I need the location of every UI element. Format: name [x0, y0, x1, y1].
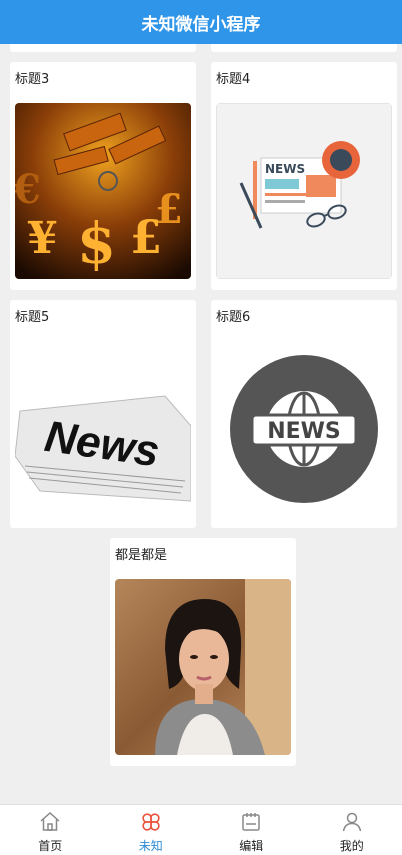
user-icon [340, 810, 364, 834]
card-title: 都是都是 [115, 548, 291, 564]
gold-currency-image: ¥ $ £ £ € [15, 103, 191, 279]
svg-text:NEWS: NEWS [267, 419, 341, 444]
card-title: 标题4 [216, 72, 392, 88]
card-title: 标题5 [15, 310, 191, 326]
news-globe-image: NEWS [216, 341, 392, 517]
tab-profile[interactable]: 我的 [302, 805, 402, 855]
svg-text:$: $ [77, 211, 116, 277]
portrait-image [115, 579, 291, 755]
tab-label: 首页 [38, 837, 62, 854]
card-item[interactable]: 标题5 News [10, 300, 196, 528]
newspaper-image: News [15, 341, 191, 517]
svg-text:€: € [15, 166, 41, 213]
svg-text:NEWS: NEWS [265, 162, 305, 176]
card-item[interactable]: 标题3 ¥ $ £ £ € [10, 62, 196, 290]
card-item[interactable]: 都是都是 [110, 538, 296, 766]
tab-edit[interactable]: 编辑 [201, 805, 302, 855]
card-title: 标题3 [15, 72, 191, 88]
page-title: 未知微信小程序 [142, 10, 261, 35]
card-item[interactable]: 标题6 NEWS [211, 300, 397, 528]
home-icon [38, 810, 62, 834]
svg-text:£: £ [155, 186, 183, 233]
tab-label: 编辑 [239, 837, 263, 854]
tab-unknown[interactable]: 未知 [101, 805, 202, 855]
clover-icon [139, 810, 163, 834]
news-illustration-image: NEWS [216, 103, 392, 279]
svg-text:¥: ¥ [27, 213, 58, 264]
tab-home[interactable]: 首页 [0, 805, 101, 855]
card-partial-right[interactable] [211, 44, 397, 52]
tab-bar: 首页 未知 编辑 我的 [0, 804, 402, 855]
tab-label: 我的 [340, 837, 364, 854]
tab-label: 未知 [139, 837, 163, 854]
card-title: 标题6 [216, 310, 392, 326]
navbar: 未知微信小程序 [0, 0, 402, 44]
notepad-icon [239, 810, 263, 834]
card-item[interactable]: 标题4 NEWS [211, 62, 397, 290]
card-partial-left[interactable] [10, 44, 196, 52]
